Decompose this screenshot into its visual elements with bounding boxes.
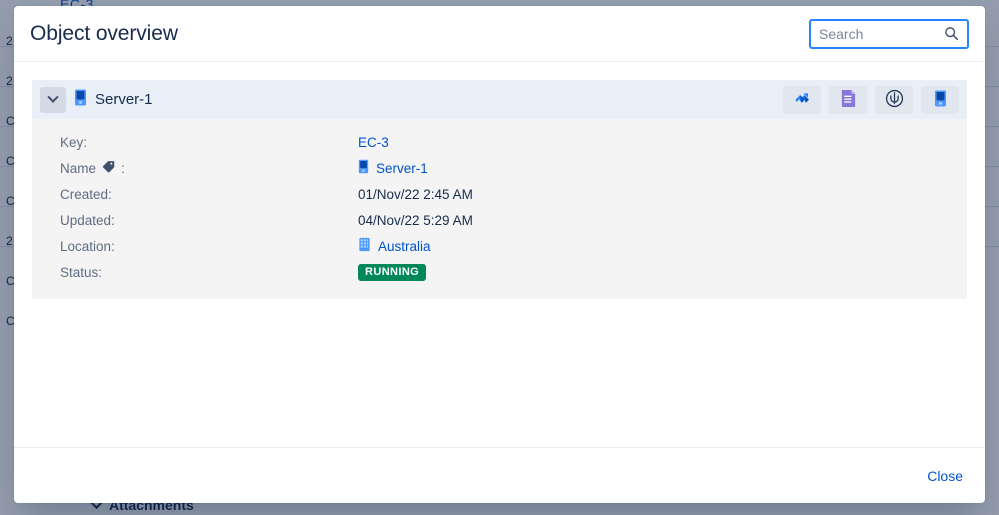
attribute-row-location: Location: Australia xyxy=(32,233,967,259)
attribute-label: Created: xyxy=(60,187,358,202)
page-title: Object overview xyxy=(30,21,178,45)
tag-icon xyxy=(102,160,115,176)
attribute-label-text: Key: xyxy=(60,134,88,150)
object-attributes-list: Key: EC-3 Name: Server-1 Created: 01/No… xyxy=(32,119,967,299)
dialog-header: Object overview xyxy=(14,6,985,62)
jira-action-button[interactable] xyxy=(783,85,821,114)
close-button[interactable]: Close xyxy=(927,468,963,484)
attribute-label-text: Created: xyxy=(60,186,112,202)
attribute-label-text: Name xyxy=(60,160,97,176)
server-icon xyxy=(358,159,369,177)
bitbucket-action-button[interactable] xyxy=(875,85,913,114)
attribute-label-text: Status: xyxy=(60,264,103,280)
status-badge: RUNNING xyxy=(358,263,427,281)
server-icon xyxy=(934,90,947,110)
attribute-value: 04/Nov/22 5:29 AM xyxy=(358,212,473,228)
attribute-label-text: Location: xyxy=(60,238,115,254)
confluence-action-button[interactable] xyxy=(829,85,867,114)
attribute-label-text: Updated: xyxy=(60,212,115,228)
object-card-header: Server-1 xyxy=(32,80,967,119)
confluence-page-icon xyxy=(840,89,857,111)
search-box[interactable] xyxy=(809,18,969,49)
chevron-down-icon xyxy=(47,91,59,103)
attribute-value: RUNNING xyxy=(358,263,427,281)
location-link[interactable]: Australia xyxy=(378,239,431,254)
attribute-value: EC-3 xyxy=(358,135,389,150)
object-title: Server-1 xyxy=(95,91,153,108)
attribute-label: Updated: xyxy=(60,213,358,228)
server-action-button[interactable] xyxy=(921,85,959,114)
building-icon xyxy=(358,237,371,255)
attribute-row-updated: Updated: 04/Nov/22 5:29 AM xyxy=(32,207,967,233)
search-input[interactable] xyxy=(819,25,940,42)
attribute-row-status: Status: RUNNING xyxy=(32,259,967,285)
attribute-value: Australia xyxy=(358,237,431,255)
attribute-value: 01/Nov/22 2:45 AM xyxy=(358,186,473,202)
jira-icon xyxy=(793,89,812,111)
server-icon xyxy=(74,89,87,111)
attribute-row-name: Name : Server-1 xyxy=(32,155,967,181)
dialog-footer: Close xyxy=(14,447,985,503)
attribute-label-colon: : xyxy=(121,160,125,176)
bitbucket-icon xyxy=(885,89,904,111)
search-icon xyxy=(944,26,959,41)
attribute-value: Server-1 xyxy=(358,159,428,177)
attribute-label: Key: xyxy=(60,135,358,150)
attribute-label: Status: xyxy=(60,265,358,280)
attribute-label: Location: xyxy=(60,239,358,254)
attribute-label: Name : xyxy=(60,160,358,176)
dialog-body: Server-1 Key: EC-3 Name: Server-1 Creat… xyxy=(14,62,985,447)
attribute-row-created: Created: 01/Nov/22 2:45 AM xyxy=(32,181,967,207)
key-link[interactable]: EC-3 xyxy=(358,135,389,150)
object-overview-dialog: Object overview Search Server-1 Key: EC-… xyxy=(14,6,985,503)
object-card: Server-1 Key: EC-3 Name: Server-1 Creat… xyxy=(32,80,967,299)
attribute-row-key: Key: EC-3 xyxy=(32,129,967,155)
collapse-toggle-button[interactable] xyxy=(40,86,66,113)
name-link[interactable]: Server-1 xyxy=(376,161,428,176)
